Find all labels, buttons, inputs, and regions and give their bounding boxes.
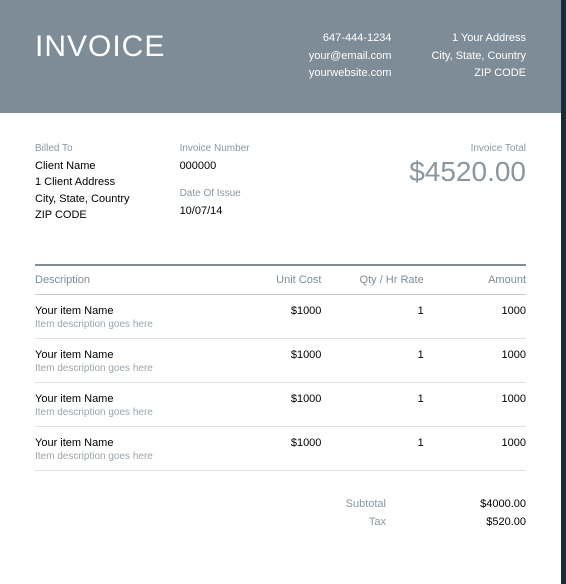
item-unit-cost: $1000 [219, 437, 321, 462]
item-unit-cost: $1000 [219, 305, 321, 330]
col-qty: Qty / Hr Rate [321, 274, 423, 286]
item-qty: 1 [321, 393, 423, 418]
tax-value: $520.00 [446, 516, 526, 528]
item-unit-cost: $1000 [219, 349, 321, 374]
item-qty: 1 [321, 305, 423, 330]
item-description: Item description goes here [35, 451, 219, 462]
table-header: Description Unit Cost Qty / Hr Rate Amou… [35, 264, 526, 295]
invoice-number-value: 000000 [180, 158, 250, 175]
item-amount: 1000 [424, 437, 526, 462]
invoice-total-value: $4520.00 [409, 156, 526, 188]
invoice-body: Billed To Client Name 1 Client Address C… [0, 113, 561, 531]
billed-to-block: Billed To Client Name 1 Client Address C… [35, 143, 130, 224]
invoice-meta: Billed To Client Name 1 Client Address C… [35, 143, 526, 224]
billed-to-label: Billed To [35, 143, 130, 154]
tax-label: Tax [326, 516, 386, 528]
subtotal-label: Subtotal [326, 498, 386, 510]
contact-info: 647-444-1234 your@email.com yourwebsite.… [309, 30, 392, 83]
item-amount: 1000 [424, 349, 526, 374]
col-description: Description [35, 274, 219, 286]
website: yourwebsite.com [309, 65, 392, 83]
table-row: Your item Name Item description goes here… [35, 427, 526, 471]
client-city: City, State, Country [35, 191, 130, 208]
subtotal-value: $4000.00 [446, 498, 526, 510]
phone: 647-444-1234 [309, 30, 392, 48]
date-of-issue-label: Date Of Issue [180, 188, 250, 199]
client-zip: ZIP CODE [35, 207, 130, 224]
invoice-number-block: Invoice Number 000000 Date Of Issue 10/0… [180, 143, 250, 224]
address-line2: City, State, Country [431, 48, 526, 66]
table-row: Your item Name Item description goes here… [35, 383, 526, 427]
totals-block: Subtotal $4000.00 Tax $520.00 [35, 495, 526, 531]
invoice-title: INVOICE [35, 30, 165, 64]
item-qty: 1 [321, 437, 423, 462]
email: your@email.com [309, 48, 392, 66]
address-line3: ZIP CODE [431, 65, 526, 83]
item-description: Item description goes here [35, 363, 219, 374]
item-amount: 1000 [424, 393, 526, 418]
invoice-total-block: Invoice Total $4520.00 [409, 143, 526, 224]
client-name: Client Name [35, 158, 130, 175]
invoice-number-label: Invoice Number [180, 143, 250, 154]
col-amount: Amount [424, 274, 526, 286]
item-description: Item description goes here [35, 319, 219, 330]
item-unit-cost: $1000 [219, 393, 321, 418]
item-name: Your item Name [35, 437, 219, 449]
table-row: Your item Name Item description goes here… [35, 339, 526, 383]
item-name: Your item Name [35, 305, 219, 317]
items-table: Description Unit Cost Qty / Hr Rate Amou… [35, 264, 526, 471]
item-qty: 1 [321, 349, 423, 374]
header-contact: 647-444-1234 your@email.com yourwebsite.… [309, 30, 526, 83]
address-line1: 1 Your Address [431, 30, 526, 48]
date-of-issue-value: 10/07/14 [180, 203, 250, 220]
item-amount: 1000 [424, 305, 526, 330]
item-description: Item description goes here [35, 407, 219, 418]
table-row: Your item Name Item description goes here… [35, 295, 526, 339]
invoice-header: INVOICE 647-444-1234 your@email.com your… [0, 0, 561, 113]
item-name: Your item Name [35, 349, 219, 361]
invoice-total-label: Invoice Total [409, 143, 526, 154]
subtotal-row: Subtotal $4000.00 [35, 495, 526, 513]
item-name: Your item Name [35, 393, 219, 405]
sender-address: 1 Your Address City, State, Country ZIP … [431, 30, 526, 83]
col-unit-cost: Unit Cost [219, 274, 321, 286]
tax-row: Tax $520.00 [35, 513, 526, 531]
client-address: 1 Client Address [35, 174, 130, 191]
